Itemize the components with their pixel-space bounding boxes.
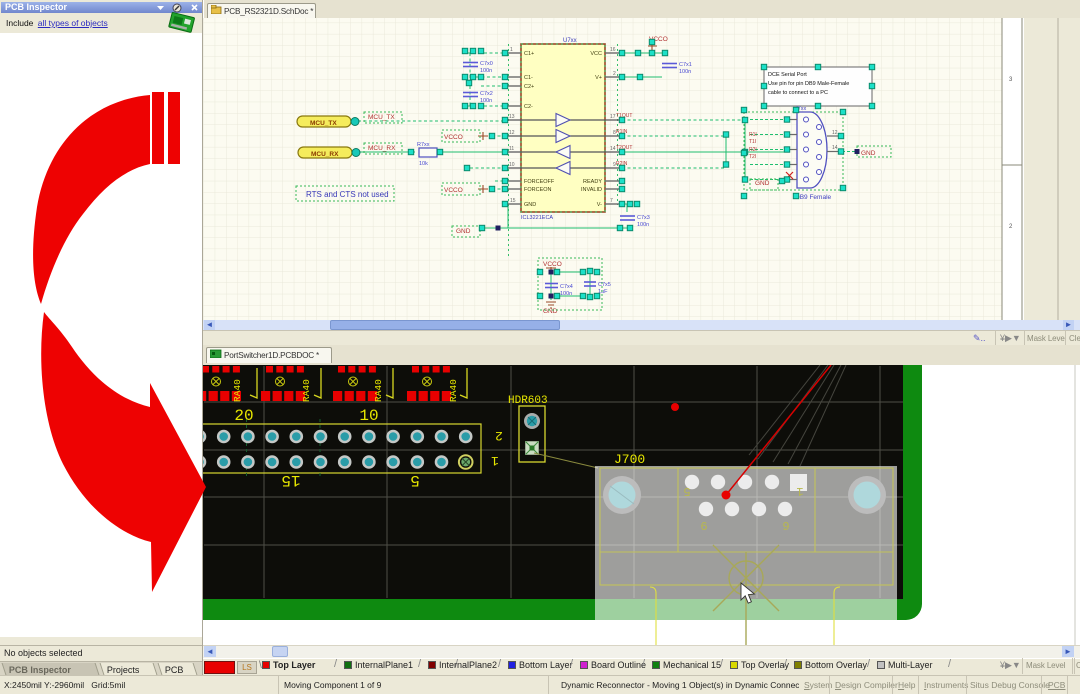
svg-text:12: 12 bbox=[509, 130, 515, 136]
svg-text:100n: 100n bbox=[679, 69, 691, 75]
svg-text:ICL3221ECA: ICL3221ECA bbox=[521, 215, 553, 221]
svg-text:INVALID: INVALID bbox=[581, 187, 602, 193]
svg-text:1: 1 bbox=[510, 47, 513, 53]
svg-text:T2I: T2I bbox=[749, 154, 756, 160]
svg-text:1: 1 bbox=[491, 453, 499, 468]
svg-text:C1+: C1+ bbox=[524, 51, 534, 57]
svg-text:2: 2 bbox=[613, 71, 616, 77]
svg-text:11: 11 bbox=[509, 146, 514, 152]
svg-text:MCU_TX: MCU_TX bbox=[310, 120, 337, 127]
svg-text:GND: GND bbox=[755, 180, 770, 187]
svg-text:MCU_RX: MCU_RX bbox=[311, 151, 339, 158]
svg-text:C1-: C1- bbox=[524, 75, 533, 81]
svg-text:12: 12 bbox=[832, 130, 838, 136]
svg-text:14: 14 bbox=[610, 146, 616, 152]
svg-text:100n: 100n bbox=[560, 291, 572, 297]
svg-text:C7x4: C7x4 bbox=[560, 284, 573, 290]
svg-text:READY: READY bbox=[583, 179, 602, 185]
svg-text:FORCEON: FORCEON bbox=[524, 187, 552, 193]
svg-text:100n: 100n bbox=[637, 222, 649, 228]
svg-text:R2I: R2I bbox=[749, 147, 757, 153]
svg-text:J700: J700 bbox=[614, 452, 645, 467]
svg-text:R1I: R1I bbox=[749, 132, 757, 138]
svg-text:C2+: C2+ bbox=[524, 84, 534, 90]
svg-text:C7x3: C7x3 bbox=[637, 215, 650, 221]
svg-text:10: 10 bbox=[359, 407, 378, 425]
svg-text:17: 17 bbox=[610, 114, 616, 120]
svg-text:GND: GND bbox=[524, 202, 536, 208]
svg-text:5: 5 bbox=[410, 471, 420, 489]
svg-text:1: 1 bbox=[796, 484, 803, 498]
svg-text:7: 7 bbox=[610, 198, 613, 204]
svg-text:6: 6 bbox=[700, 520, 707, 534]
svg-text:C2-: C2- bbox=[524, 104, 533, 110]
svg-text:RA40: RA40 bbox=[373, 379, 384, 402]
svg-text:RA40: RA40 bbox=[232, 379, 243, 402]
svg-text:100n: 100n bbox=[480, 68, 492, 74]
svg-text:5: 5 bbox=[683, 484, 690, 498]
svg-text:V-: V- bbox=[597, 202, 602, 208]
svg-text:V+: V+ bbox=[595, 75, 602, 81]
svg-text:cable to connect to a PC: cable to connect to a PC bbox=[768, 90, 828, 96]
svg-text:20: 20 bbox=[234, 407, 253, 425]
svg-text:13: 13 bbox=[509, 114, 515, 120]
svg-text:RA40: RA40 bbox=[448, 379, 459, 402]
svg-text:10: 10 bbox=[509, 162, 515, 168]
svg-text:DB9 Female: DB9 Female bbox=[795, 194, 832, 201]
svg-text:C7x0: C7x0 bbox=[480, 61, 493, 67]
svg-text:MCU_RX: MCU_RX bbox=[368, 145, 396, 152]
svg-text:VCCO: VCCO bbox=[543, 261, 562, 268]
svg-text:15: 15 bbox=[281, 471, 300, 489]
svg-text:C7x1: C7x1 bbox=[679, 62, 692, 68]
svg-text:C7x2: C7x2 bbox=[480, 91, 493, 97]
svg-text:HDR603: HDR603 bbox=[508, 395, 548, 407]
svg-text:14: 14 bbox=[832, 145, 838, 151]
svg-text:GND: GND bbox=[861, 150, 876, 157]
svg-text:DCE Serial Port: DCE Serial Port bbox=[768, 72, 807, 78]
svg-text:VCCO: VCCO bbox=[444, 187, 463, 194]
svg-text:C7x5: C7x5 bbox=[598, 282, 611, 288]
svg-text:FORCEOFF: FORCEOFF bbox=[524, 179, 555, 185]
svg-text:RA40: RA40 bbox=[301, 379, 312, 402]
svg-text:15: 15 bbox=[510, 198, 516, 204]
svg-text:T1I: T1I bbox=[749, 139, 756, 145]
svg-text:MCU_TX: MCU_TX bbox=[368, 114, 395, 121]
svg-text:9: 9 bbox=[782, 520, 789, 534]
svg-text:2: 2 bbox=[495, 428, 503, 443]
svg-text:VCC: VCC bbox=[590, 51, 602, 57]
svg-text:10k: 10k bbox=[419, 161, 428, 167]
svg-text:16: 16 bbox=[610, 47, 616, 53]
svg-text:U7xx: U7xx bbox=[563, 38, 577, 44]
svg-text:GND: GND bbox=[543, 308, 558, 315]
svg-text:GND: GND bbox=[456, 228, 471, 235]
svg-text:Use pin for pin DB9 Male-Femal: Use pin for pin DB9 Male-Female bbox=[768, 81, 849, 87]
svg-text:RTS and CTS not used: RTS and CTS not used bbox=[306, 190, 389, 199]
svg-text:VCCO: VCCO bbox=[444, 134, 463, 141]
svg-text:R7xx: R7xx bbox=[417, 142, 430, 148]
